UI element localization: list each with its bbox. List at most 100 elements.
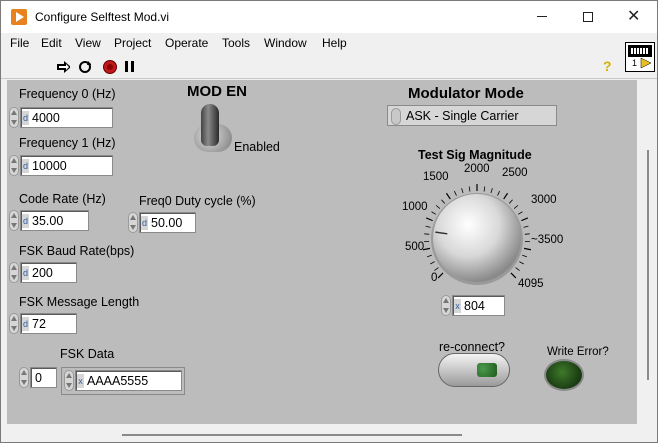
freq0-duty-box[interactable]: d 50.00 [139, 212, 196, 233]
fsk-baud-box[interactable]: d 200 [20, 262, 77, 283]
knob-tick-mark [434, 267, 439, 271]
knob-tick-mark [521, 217, 529, 222]
knob-tick-1500: 1500 [423, 171, 449, 183]
context-help-icon[interactable]: ? [603, 58, 612, 74]
vi-icon-number: 1 [632, 58, 638, 68]
freq1-radix[interactable]: d [22, 159, 29, 173]
abort-icon[interactable] [103, 60, 117, 74]
knob-tick-2000: 2000 [464, 163, 490, 175]
freq0-duty-label: Freq0 Duty cycle (%) [139, 194, 256, 208]
knob-tick-mark [431, 211, 437, 215]
knob-tick-mark [468, 186, 471, 192]
fsk-data-element[interactable]: x AAAA5555 [64, 370, 182, 391]
freq0-duty-radix[interactable]: d [141, 216, 148, 230]
code-rate-box[interactable]: d 35.00 [20, 210, 89, 231]
fsk-msg-len-radix[interactable]: d [22, 317, 29, 331]
freq0-duty-control[interactable]: d 50.00 [128, 212, 196, 233]
pause-icon[interactable] [124, 60, 138, 74]
minimize-icon [537, 16, 547, 17]
fsk-baud-control[interactable]: d 200 [9, 262, 77, 283]
code-rate-incdec[interactable] [9, 210, 19, 231]
freq0-value[interactable]: 4000 [32, 111, 60, 125]
code-rate-control[interactable]: d 35.00 [9, 210, 89, 231]
test-sig-magnitude-digital[interactable]: x 804 [441, 295, 505, 316]
code-rate-label: Code Rate (Hz) [19, 192, 106, 206]
reconnect-button[interactable] [438, 353, 510, 387]
mod-en-toggle-lever[interactable] [201, 104, 219, 146]
freq0-duty-value[interactable]: 50.00 [151, 216, 182, 230]
freq0-duty-incdec[interactable] [128, 212, 138, 233]
menu-operate[interactable]: Operate [165, 36, 208, 50]
connector-pane-icon [628, 45, 652, 57]
knob-tick-mark [425, 217, 433, 222]
fsk-data-index-incdec[interactable] [19, 367, 29, 388]
freq0-radix[interactable]: d [22, 111, 29, 125]
code-rate-value[interactable]: 35.00 [32, 214, 63, 228]
vertical-scroll-thumb[interactable] [647, 150, 649, 380]
freq0-incdec[interactable] [9, 107, 19, 128]
close-button[interactable]: ✕ [611, 1, 657, 33]
run-icon[interactable] [56, 60, 70, 74]
menu-project[interactable]: Project [114, 36, 151, 50]
horizontal-scroll-thumb[interactable] [122, 434, 462, 436]
test-sig-magnitude-value[interactable]: 804 [464, 299, 485, 313]
fsk-baud-value[interactable]: 200 [32, 266, 53, 280]
freq1-incdec[interactable] [9, 155, 19, 176]
freq0-box[interactable]: d 4000 [20, 107, 113, 128]
menu-window[interactable]: Window [264, 36, 307, 50]
modulator-mode-incdec[interactable] [391, 108, 401, 125]
fsk-msg-len-box[interactable]: d 72 [20, 313, 77, 334]
modulator-mode-value[interactable]: ASK - Single Carrier [406, 109, 519, 123]
fsk-data-index-box[interactable]: 0 [30, 367, 57, 388]
fsk-msg-len-incdec[interactable] [9, 313, 19, 334]
vertical-scrollbar[interactable] [637, 80, 657, 424]
fsk-data-radix[interactable]: x [77, 374, 84, 388]
menu-edit[interactable]: Edit [41, 36, 62, 50]
test-sig-magnitude-box[interactable]: x 804 [452, 295, 505, 316]
minimize-button[interactable] [519, 1, 565, 33]
fsk-msg-len-value[interactable]: 72 [32, 317, 46, 331]
knob-body[interactable] [433, 194, 521, 282]
knob-tick-mark [490, 188, 493, 194]
menu-help[interactable]: Help [322, 36, 347, 50]
maximize-button[interactable] [565, 1, 611, 33]
fsk-data-element-box[interactable]: x AAAA5555 [75, 370, 182, 391]
freq1-value[interactable]: 10000 [32, 159, 67, 173]
fsk-data-element-incdec[interactable] [64, 370, 74, 391]
knob-tick-mark [513, 205, 519, 209]
fsk-msg-len-control[interactable]: d 72 [9, 313, 77, 334]
knob-tick-mark [510, 272, 517, 279]
write-error-label: Write Error? [547, 346, 609, 358]
test-sig-magnitude-incdec[interactable] [441, 295, 451, 316]
knob-tick-mark [515, 267, 520, 271]
test-sig-magnitude-radix[interactable]: x [454, 299, 461, 313]
vi-icon: 1 [625, 42, 655, 72]
horizontal-scrollbar[interactable] [7, 424, 637, 442]
knob-tick-3500: ~3500 [531, 234, 564, 246]
modulator-mode-ring[interactable]: ASK - Single Carrier [387, 105, 557, 126]
fsk-baud-incdec[interactable] [9, 262, 19, 283]
freq0-control[interactable]: d 4000 [9, 107, 113, 128]
run-continuously-icon[interactable] [77, 60, 91, 74]
knob-tick-mark [461, 188, 464, 194]
menu-tools[interactable]: Tools [222, 36, 250, 50]
knob-tick-0: 0 [431, 272, 438, 284]
fsk-data-index-control[interactable]: 0 [19, 367, 59, 388]
knob-tick-mark [425, 225, 431, 228]
knob-tick-mark [426, 254, 432, 258]
knob-tick-4095: 4095 [518, 278, 544, 290]
fsk-data-index-value[interactable]: 0 [35, 371, 42, 385]
freq1-box[interactable]: d 10000 [20, 155, 113, 176]
title-bar: Configure Selftest Mod.vi ✕ [1, 1, 657, 33]
menu-view[interactable]: View [75, 36, 101, 50]
menu-file[interactable]: File [10, 36, 29, 50]
close-icon: ✕ [627, 8, 641, 25]
knob-tick-3000: 3000 [531, 194, 557, 206]
fsk-baud-label: FSK Baud Rate(bps) [19, 244, 135, 258]
fsk-data-value[interactable]: AAAA5555 [87, 374, 148, 388]
fsk-baud-radix[interactable]: d [22, 266, 29, 280]
knob-tick-mark [503, 192, 509, 200]
freq1-control[interactable]: d 10000 [9, 155, 113, 176]
code-rate-radix[interactable]: d [22, 214, 29, 228]
freq0-label: Frequency 0 (Hz) [19, 87, 116, 101]
